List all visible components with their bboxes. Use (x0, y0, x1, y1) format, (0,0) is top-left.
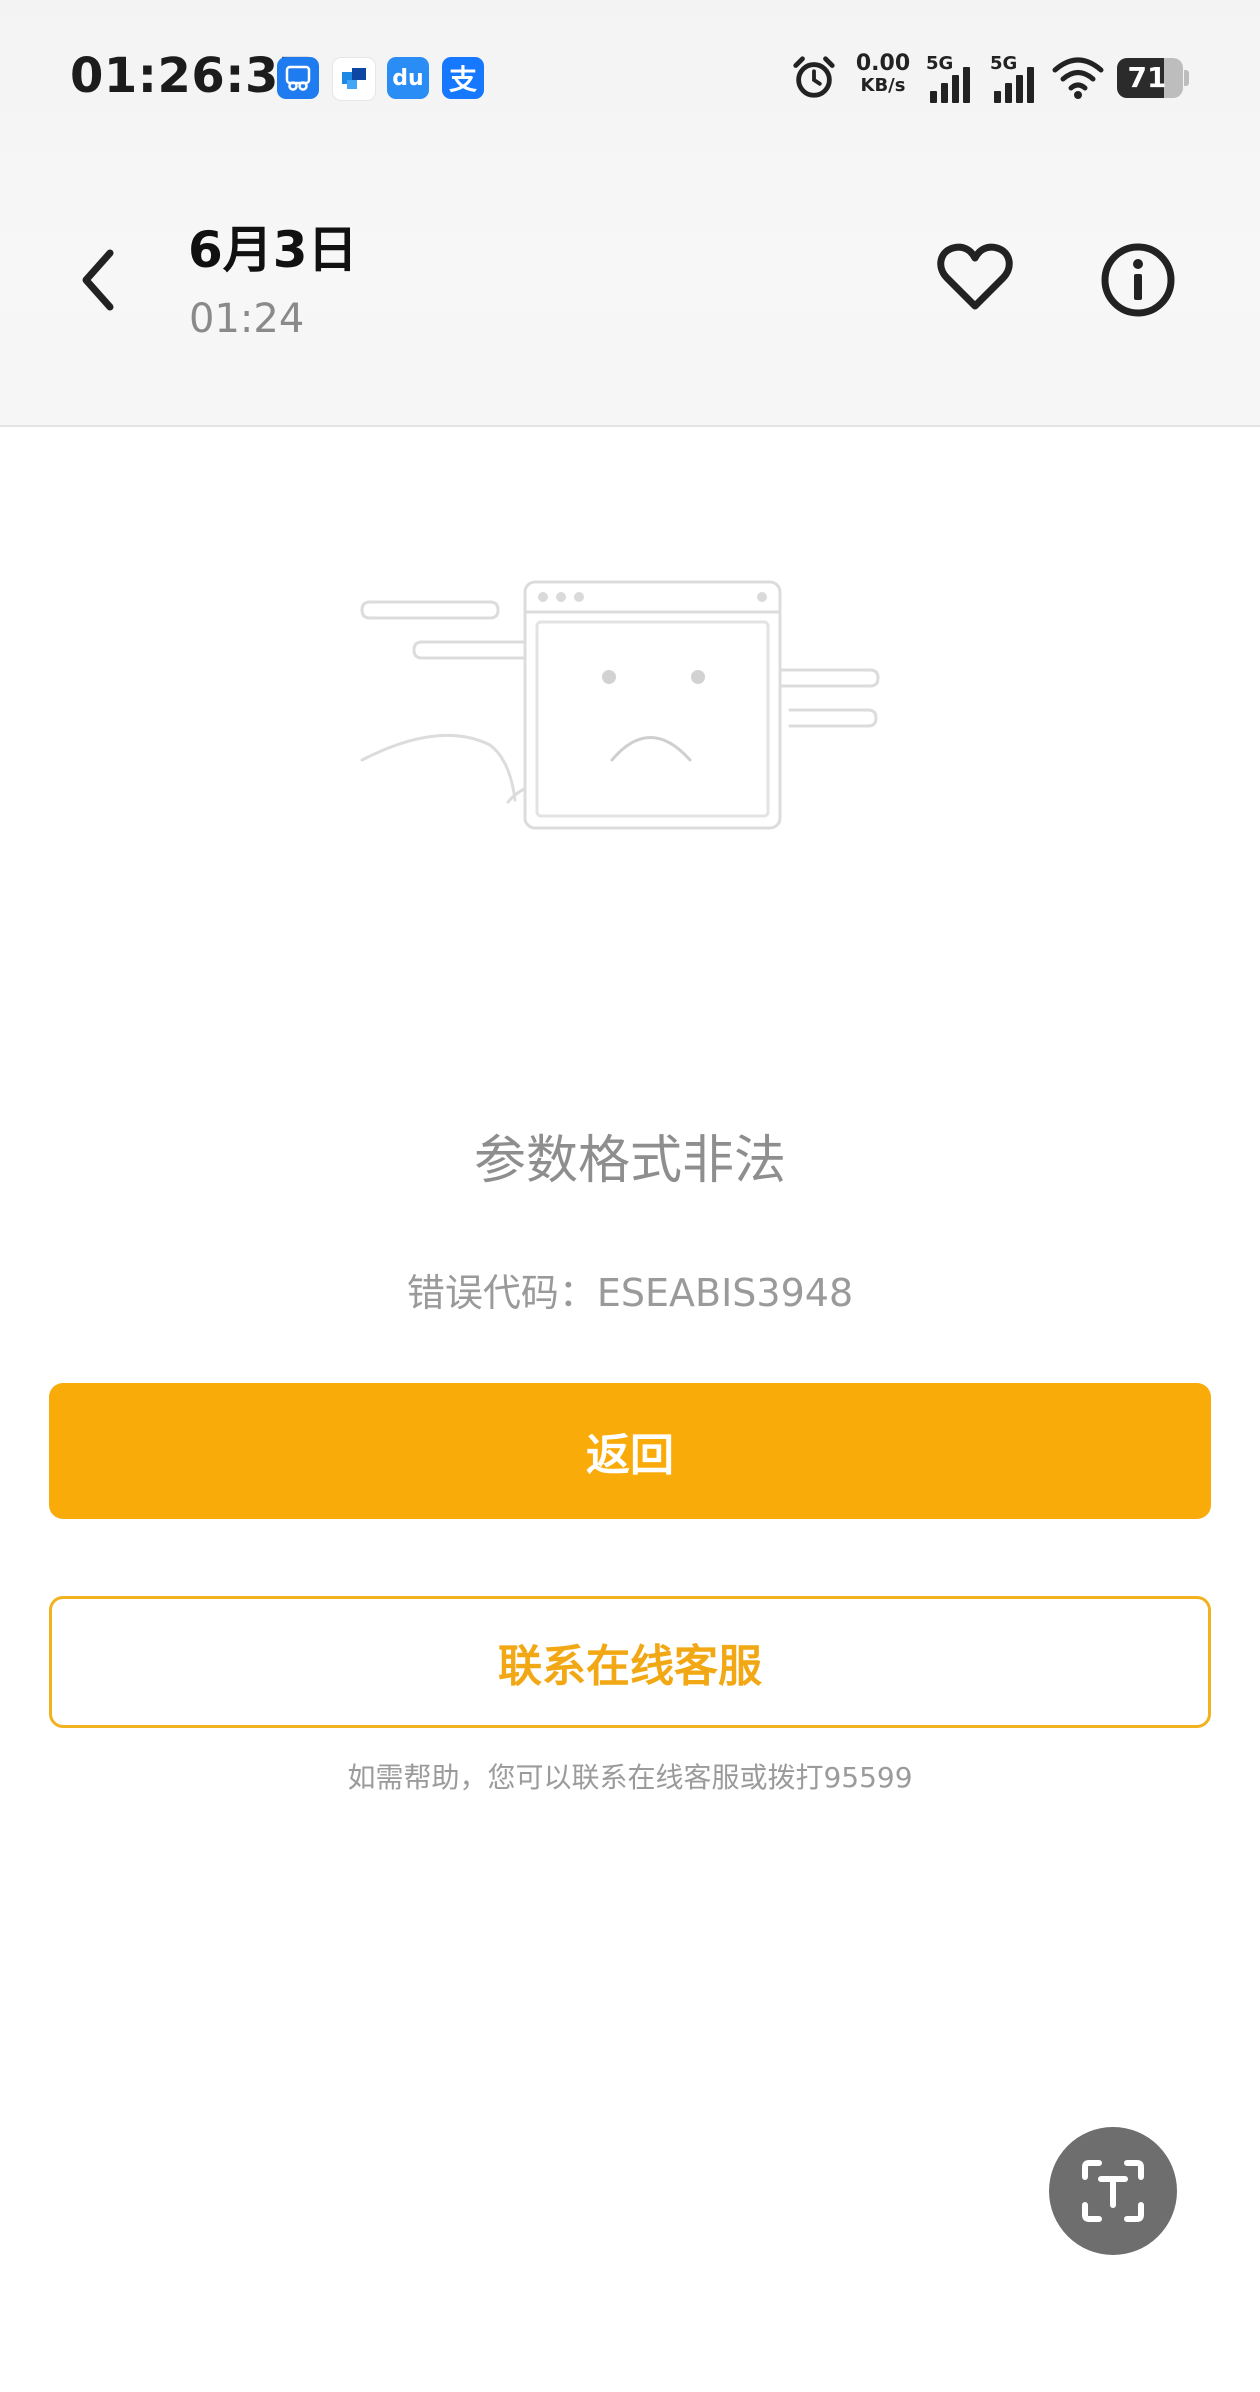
contact-service-button[interactable]: 联系在线客服 (49, 1596, 1211, 1728)
return-button[interactable]: 返回 (49, 1383, 1211, 1519)
status-bar: 01:26:37 du 支 0.00 KB/s 5G 5G 71 (0, 0, 1260, 150)
du-glyph: du (392, 65, 424, 91)
heart-icon (937, 243, 1013, 310)
page-subtitle: 01:24 (189, 296, 305, 342)
signal-bars-icon (930, 67, 970, 103)
network-speed-unit: KB/s (860, 75, 906, 96)
app-scissors-icon (277, 57, 319, 99)
signal-2: 5G (988, 53, 1044, 103)
info-button[interactable] (1098, 240, 1178, 320)
squares-icon (342, 68, 366, 89)
signal-1: 5G (924, 53, 980, 103)
app-du-icon: du (387, 57, 429, 99)
screen: 01:26:37 du 支 0.00 KB/s 5G 5G 71 6月3日 01… (0, 0, 1260, 2392)
battery-indicator: 71 (1117, 58, 1189, 98)
text-recognition-button[interactable] (1049, 2127, 1177, 2255)
scissors-icon (285, 65, 311, 91)
wifi-icon (1052, 57, 1104, 99)
error-illustration (360, 580, 880, 830)
alipay-glyph: 支 (448, 63, 477, 96)
favorite-button[interactable] (935, 240, 1015, 314)
app-squares-icon (332, 57, 376, 101)
alarm-icon (793, 56, 835, 98)
battery-level: 71 (1127, 61, 1167, 94)
page-title: 6月3日 (188, 221, 358, 279)
alipay-icon: 支 (442, 57, 484, 99)
network-speed-value: 0.00 (855, 51, 911, 76)
info-icon (1101, 243, 1175, 317)
chevron-left-icon (82, 249, 114, 311)
error-message: 参数格式非法 (473, 1131, 786, 1191)
signal-bars-icon (994, 67, 1034, 103)
network-speed: 0.00 KB/s (853, 53, 913, 113)
text-scan-icon (1082, 2160, 1144, 2222)
top-header-area: 01:26:37 du 支 0.00 KB/s 5G 5G 71 6月3日 01… (0, 0, 1260, 427)
back-button[interactable] (70, 245, 130, 315)
error-code: 错误代码：ESEABIS3948 (406, 1271, 854, 1315)
help-text: 如需帮助，您可以联系在线客服或拨打95599 (347, 1761, 913, 1794)
battery-cap (1184, 70, 1189, 86)
